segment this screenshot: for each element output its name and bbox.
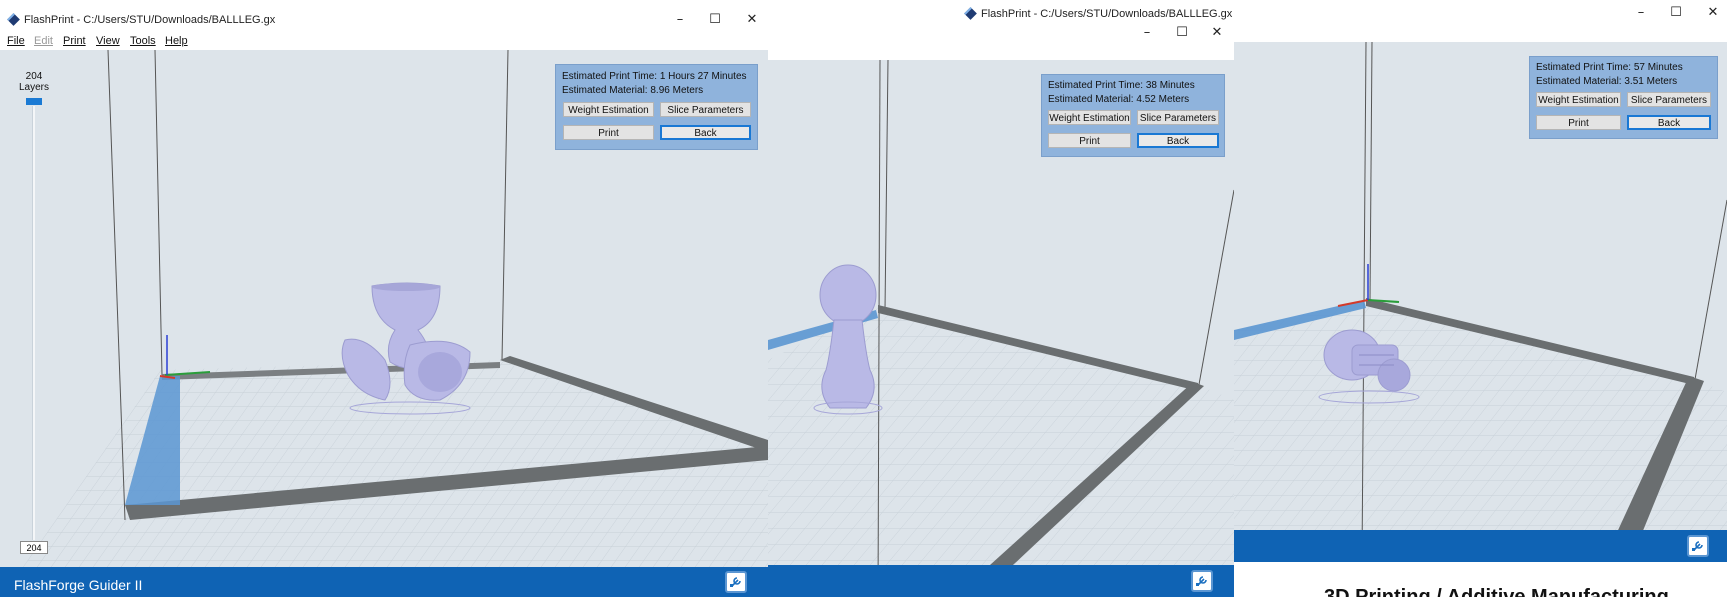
wrench-icon[interactable] bbox=[725, 571, 747, 593]
status-bar bbox=[1234, 530, 1727, 562]
minimize-button[interactable]: – bbox=[1629, 4, 1653, 22]
print-time-value: 57 Minutes bbox=[1633, 62, 1683, 73]
print-button[interactable]: Print bbox=[563, 125, 654, 140]
back-button[interactable]: Back bbox=[660, 125, 751, 140]
print-time-label: Estimated Print Time: 57 Minutes bbox=[1536, 62, 1683, 73]
material-value: 8.96 Meters bbox=[650, 85, 704, 96]
menu-print[interactable]: Print bbox=[63, 35, 86, 47]
material-label: Estimated Material: 4.52 Meters bbox=[1048, 94, 1190, 105]
status-bar bbox=[768, 565, 1234, 597]
layer-slider-handle[interactable] bbox=[26, 98, 42, 105]
maximize-button[interactable]: ☐ bbox=[1170, 24, 1194, 42]
slice-info-panel: Estimated Print Time: 57 Minutes Estimat… bbox=[1529, 56, 1718, 139]
menu-view[interactable]: View bbox=[96, 35, 120, 47]
title-bar: – ☐ ✕ bbox=[1234, 0, 1727, 42]
print-button[interactable]: Print bbox=[1048, 133, 1131, 148]
window-title: FlashPrint - C:/Users/STU/Downloads/BALL… bbox=[24, 14, 276, 26]
material-label: Estimated Material: 8.96 Meters bbox=[562, 85, 704, 96]
print-button[interactable]: Print bbox=[1536, 115, 1621, 130]
close-button[interactable]: ✕ bbox=[1701, 4, 1725, 22]
flashprint-window-3: – ☐ ✕ Estimated Print Time: 57 Minutes E… bbox=[1234, 0, 1727, 597]
layers-label: Layers bbox=[18, 82, 49, 93]
material-label: Estimated Material: 3.51 Meters bbox=[1536, 76, 1678, 87]
print-time-value: 38 Minutes bbox=[1145, 80, 1195, 91]
printer-name: FlashForge Guider II bbox=[14, 577, 143, 593]
minimize-button[interactable]: – bbox=[668, 11, 692, 29]
material-value: 3.51 Meters bbox=[1624, 76, 1678, 87]
slice-parameters-button[interactable]: Slice Parameters bbox=[1627, 92, 1711, 107]
close-button[interactable]: ✕ bbox=[1205, 24, 1229, 42]
back-button[interactable]: Back bbox=[1137, 133, 1219, 148]
layer-count-bottom[interactable]: 204 bbox=[20, 541, 48, 554]
title-bar: FlashPrint - C:/Users/STU/Downloads/BALL… bbox=[0, 0, 768, 32]
menu-tools[interactable]: Tools bbox=[130, 35, 156, 47]
flashprint-logo-icon bbox=[964, 7, 977, 20]
wrench-icon[interactable] bbox=[1687, 535, 1709, 557]
weight-estimation-button[interactable]: Weight Estimation bbox=[563, 102, 654, 117]
menu-edit[interactable]: Edit bbox=[34, 35, 53, 47]
print-time-label: Estimated Print Time: 38 Minutes bbox=[1048, 80, 1195, 91]
flashprint-logo-icon bbox=[7, 13, 20, 26]
minimize-button[interactable]: – bbox=[1135, 24, 1159, 42]
slice-parameters-button[interactable]: Slice Parameters bbox=[660, 102, 751, 117]
back-button[interactable]: Back bbox=[1627, 115, 1711, 130]
weight-estimation-button[interactable]: Weight Estimation bbox=[1048, 110, 1131, 125]
maximize-button[interactable]: ☐ bbox=[703, 11, 727, 29]
material-value: 4.52 Meters bbox=[1136, 94, 1190, 105]
slice-parameters-button[interactable]: Slice Parameters bbox=[1137, 110, 1219, 125]
status-bar: FlashForge Guider II bbox=[0, 567, 768, 597]
menu-file[interactable]: File bbox=[7, 35, 25, 47]
print-time-label: Estimated Print Time: 1 Hours 27 Minutes bbox=[562, 71, 747, 82]
title-bar: FlashPrint - C:/Users/STU/Downloads/BALL… bbox=[768, 0, 1234, 60]
slice-info-panel: Estimated Print Time: 1 Hours 27 Minutes… bbox=[555, 64, 758, 150]
menu-bar: File Edit Print View Tools Help bbox=[0, 32, 768, 50]
print-time-value: 1 Hours 27 Minutes bbox=[659, 71, 747, 82]
maximize-button[interactable]: ☐ bbox=[1664, 4, 1688, 22]
layer-count-top: 204 bbox=[25, 71, 43, 82]
window-title: FlashPrint - C:/Users/STU/Downloads/BALL… bbox=[981, 8, 1233, 20]
wrench-icon[interactable] bbox=[1191, 570, 1213, 592]
footer-caption: 3D Printing / Additive Manufacturing bbox=[1324, 586, 1669, 597]
menu-help[interactable]: Help bbox=[165, 35, 188, 47]
close-button[interactable]: ✕ bbox=[740, 11, 764, 29]
flashprint-window-1: FlashPrint - C:/Users/STU/Downloads/BALL… bbox=[0, 0, 768, 597]
layer-slider-track[interactable] bbox=[32, 106, 35, 540]
slice-info-panel: Estimated Print Time: 38 Minutes Estimat… bbox=[1041, 74, 1225, 157]
weight-estimation-button[interactable]: Weight Estimation bbox=[1536, 92, 1621, 107]
flashprint-window-2: FlashPrint - C:/Users/STU/Downloads/BALL… bbox=[768, 0, 1234, 597]
